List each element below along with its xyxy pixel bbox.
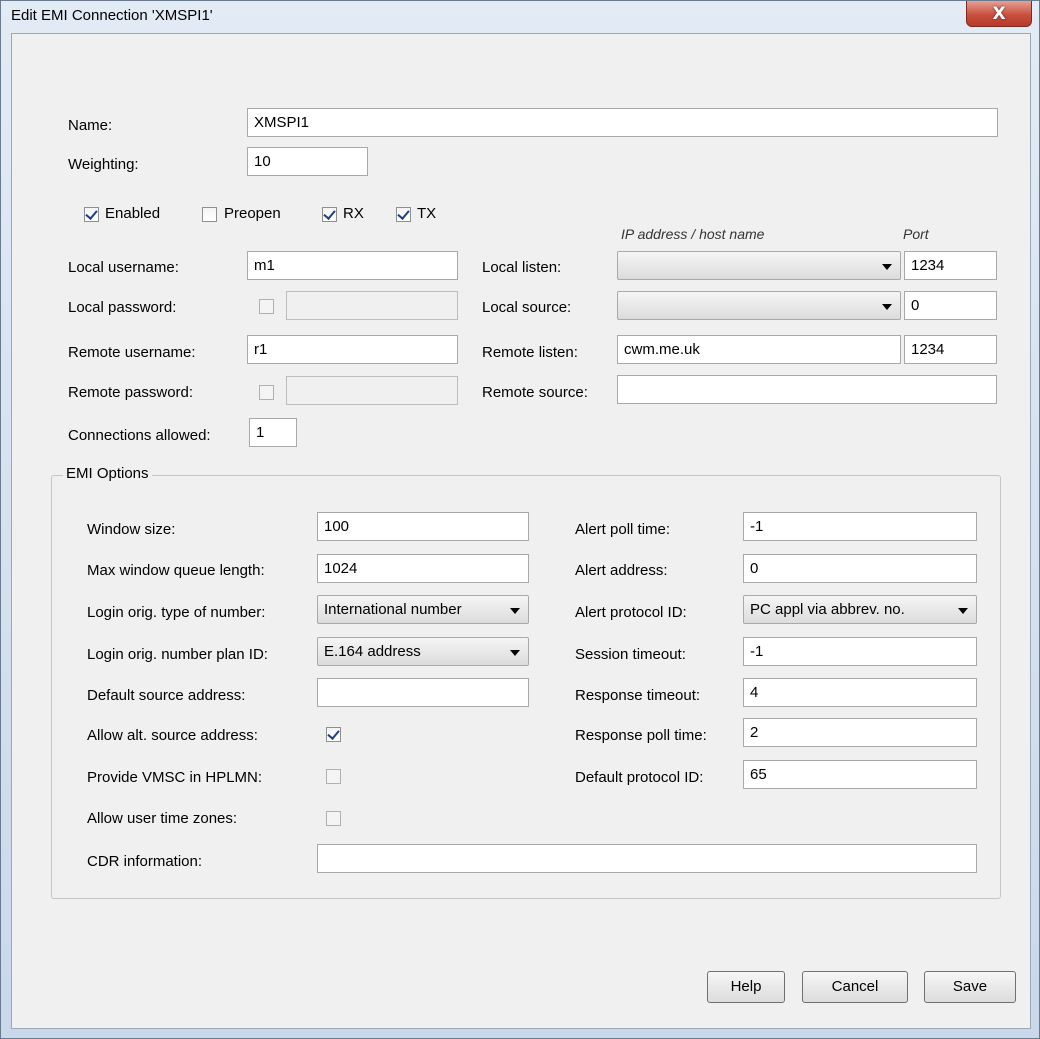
login-ton-label: Login orig. type of number: (87, 604, 266, 621)
local-listen-label: Local listen: (482, 259, 562, 276)
login-npi-select[interactable]: E.164 address (317, 637, 529, 666)
remote-password-checkbox[interactable] (259, 385, 274, 400)
cancel-button[interactable]: Cancel (802, 971, 908, 1003)
allow-alt-source-checkbox[interactable] (326, 727, 341, 742)
weighting-input[interactable] (247, 147, 368, 176)
remote-source-label: Remote source: (482, 384, 588, 401)
login-npi-label: Login orig. number plan ID: (87, 646, 268, 663)
alert-poll-time-label: Alert poll time: (575, 521, 671, 538)
connections-allowed-input[interactable] (249, 418, 297, 447)
name-input[interactable] (247, 108, 998, 137)
save-button[interactable]: Save (924, 971, 1016, 1003)
default-protocol-id-label: Default protocol ID: (575, 769, 704, 786)
default-protocol-id-input[interactable] (743, 760, 977, 789)
preopen-checkbox[interactable] (202, 207, 217, 222)
response-timeout-input[interactable] (743, 678, 977, 707)
tx-checkbox[interactable] (396, 207, 411, 222)
max-window-queue-input[interactable] (317, 554, 529, 583)
remote-listen-port-input[interactable] (904, 335, 997, 364)
name-label: Name: (68, 117, 113, 134)
local-source-label: Local source: (482, 299, 572, 316)
close-icon: X (992, 3, 1006, 24)
local-listen-port-input[interactable] (904, 251, 997, 280)
title-bar[interactable]: Edit EMI Connection 'XMSPI1' X (1, 1, 1039, 31)
response-poll-time-label: Response poll time: (575, 727, 707, 744)
window-size-input[interactable] (317, 512, 529, 541)
rx-label: RX (343, 205, 364, 222)
local-username-input[interactable] (247, 251, 458, 280)
provide-vmsc-checkbox[interactable] (326, 769, 341, 784)
remote-password-label: Remote password: (68, 384, 194, 401)
default-source-label: Default source address: (87, 687, 246, 704)
response-poll-time-input[interactable] (743, 718, 977, 747)
login-ton-select[interactable]: International number (317, 595, 529, 624)
response-timeout-label: Response timeout: (575, 687, 701, 704)
provide-vmsc-label: Provide VMSC in HPLMN: (87, 769, 263, 786)
local-password-label: Local password: (68, 299, 177, 316)
allow-alt-source-label: Allow alt. source address: (87, 727, 258, 744)
login-ton-value: International number (324, 601, 462, 618)
preopen-label: Preopen (224, 205, 281, 222)
rx-checkbox[interactable] (322, 207, 337, 222)
local-source-select[interactable] (617, 291, 901, 320)
tx-label: TX (417, 205, 437, 222)
window-title: Edit EMI Connection 'XMSPI1' (11, 7, 213, 24)
alert-protocol-id-label: Alert protocol ID: (575, 604, 687, 621)
enabled-label: Enabled (105, 205, 161, 222)
local-password-input[interactable] (286, 291, 458, 320)
cdr-information-input[interactable] (317, 844, 977, 873)
close-button[interactable]: X (966, 1, 1032, 27)
allow-user-tz-checkbox[interactable] (326, 811, 341, 826)
session-timeout-label: Session timeout: (575, 646, 686, 663)
session-timeout-input[interactable] (743, 637, 977, 666)
local-password-checkbox[interactable] (259, 299, 274, 314)
chevron-down-icon (958, 608, 968, 614)
remote-listen-label: Remote listen: (482, 344, 578, 361)
alert-protocol-id-value: PC appl via abbrev. no. (750, 601, 905, 618)
ip-address-header: IP address / host name (621, 226, 765, 242)
remote-listen-host-input[interactable] (617, 335, 901, 364)
enabled-checkbox[interactable] (84, 207, 99, 222)
window-size-label: Window size: (87, 521, 176, 538)
cdr-information-label: CDR information: (87, 853, 203, 870)
login-npi-value: E.164 address (324, 643, 421, 660)
default-source-input[interactable] (317, 678, 529, 707)
chevron-down-icon (510, 608, 520, 614)
chevron-down-icon (882, 264, 892, 270)
remote-username-input[interactable] (247, 335, 458, 364)
alert-address-label: Alert address: (575, 562, 668, 579)
allow-user-tz-label: Allow user time zones: (87, 810, 238, 827)
dialog-window: Edit EMI Connection 'XMSPI1' X Name: Wei… (0, 0, 1040, 1039)
emi-options-label: EMI Options (63, 465, 152, 482)
connections-allowed-label: Connections allowed: (68, 427, 211, 444)
help-button[interactable]: Help (707, 971, 785, 1003)
weighting-label: Weighting: (68, 156, 139, 173)
local-listen-select[interactable] (617, 251, 901, 280)
remote-username-label: Remote username: (68, 344, 196, 361)
remote-password-input[interactable] (286, 376, 458, 405)
port-header: Port (903, 226, 929, 242)
chevron-down-icon (882, 304, 892, 310)
alert-protocol-id-select[interactable]: PC appl via abbrev. no. (743, 595, 977, 624)
remote-source-host-input[interactable] (617, 375, 997, 404)
max-window-queue-label: Max window queue length: (87, 562, 265, 579)
local-source-port-input[interactable] (904, 291, 997, 320)
alert-address-input[interactable] (743, 554, 977, 583)
alert-poll-time-input[interactable] (743, 512, 977, 541)
local-username-label: Local username: (68, 259, 179, 276)
chevron-down-icon (510, 650, 520, 656)
